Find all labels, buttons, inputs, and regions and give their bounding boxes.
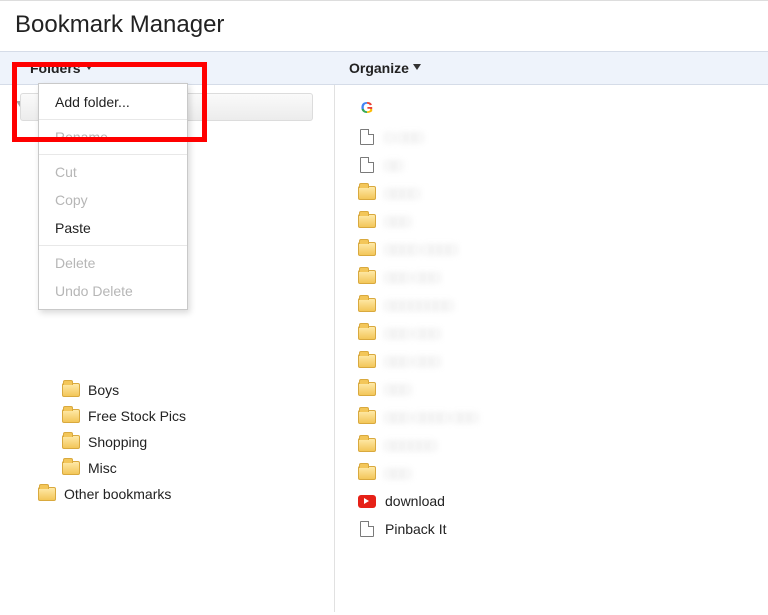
bookmark-label: □□□□□□□□	[385, 297, 453, 313]
folders-menu-button[interactable]: Folders	[0, 52, 335, 84]
folders-menu-label: Folders	[30, 60, 81, 76]
bookmark-label: □□□ □□□□ □□□	[385, 409, 477, 425]
menu-bar: Folders Organize	[0, 51, 768, 85]
page-title: Bookmark Manager	[15, 11, 753, 39]
menu-item-add-folder[interactable]: Add folder...	[39, 88, 187, 116]
google-icon: G	[359, 100, 375, 118]
bookmark-label: □□□□ □□□□	[385, 241, 457, 257]
folder-icon	[358, 410, 376, 424]
file-icon	[360, 129, 374, 145]
tree-item-label: Misc	[88, 460, 117, 476]
chevron-down-icon	[85, 64, 93, 70]
folder-icon	[358, 382, 376, 396]
organize-menu-label: Organize	[349, 60, 409, 76]
youtube-icon	[358, 495, 376, 508]
menu-separator	[39, 245, 187, 246]
folder-icon	[358, 438, 376, 452]
tree-item-label: Boys	[88, 382, 119, 398]
tree-item-label: Other bookmarks	[64, 486, 171, 502]
bookmark-label: □□□ □□□	[385, 325, 440, 341]
folder-icon	[358, 326, 376, 340]
folder-icon	[358, 242, 376, 256]
folder-icon	[62, 461, 80, 475]
folder-icon	[358, 354, 376, 368]
bookmark-label: □□□	[385, 465, 410, 481]
bookmark-row[interactable]: □□□ □□□□ □□□	[357, 403, 768, 431]
bookmark-label: □□□ □□□	[385, 353, 440, 369]
chevron-down-icon	[413, 64, 421, 70]
folder-icon	[62, 383, 80, 397]
tree-item-other-bookmarks[interactable]: Other bookmarks	[0, 481, 334, 507]
bookmark-row-pinback[interactable]: Pinback It	[357, 515, 768, 543]
title-bar: Bookmark Manager	[0, 0, 768, 51]
folders-dropdown-menu: Add folder... Rename... Cut Copy Paste D…	[38, 83, 188, 310]
folder-icon	[358, 214, 376, 228]
bookmark-row[interactable]: □□□	[357, 459, 768, 487]
bookmark-row[interactable]: G	[357, 95, 768, 123]
menu-separator	[39, 119, 187, 120]
bookmark-row[interactable]: □□	[357, 151, 768, 179]
folder-icon	[358, 270, 376, 284]
content-area: Add folder... Rename... Cut Copy Paste D…	[0, 85, 768, 612]
bookmark-label: □□□□□□	[385, 437, 436, 453]
bookmark-row[interactable]: □□□□□□	[357, 431, 768, 459]
bookmark-row[interactable]: □□□□□□□□	[357, 291, 768, 319]
tree-item-label: Shopping	[88, 434, 147, 450]
bookmark-label: □□□ □□□	[385, 269, 440, 285]
tree-item-shopping[interactable]: Shopping	[0, 429, 334, 455]
bookmark-label: □□□□	[385, 185, 419, 201]
folder-icon	[358, 186, 376, 200]
folder-icon	[358, 298, 376, 312]
bookmark-row-download[interactable]: download	[357, 487, 768, 515]
folders-pane: Add folder... Rename... Cut Copy Paste D…	[0, 85, 335, 612]
tree-item-free-stock-pics[interactable]: Free Stock Pics	[0, 403, 334, 429]
folder-icon	[358, 466, 376, 480]
organize-menu-button[interactable]: Organize	[335, 52, 435, 84]
bookmark-label: □□	[385, 157, 402, 173]
bookmark-label: □□□	[385, 381, 410, 397]
menu-item-copy: Copy	[39, 186, 187, 214]
bookmarks-pane: G □ □□□ □□ □□□□ □□□ □□□□ □□□□ □□□ □□□	[335, 85, 768, 612]
bookmark-label: download	[385, 493, 445, 509]
menu-item-undo-delete: Undo Delete	[39, 277, 187, 305]
folder-tree: Boys Free Stock Pics Shopping Misc Other…	[0, 377, 334, 507]
tree-item-boys[interactable]: Boys	[0, 377, 334, 403]
bookmark-row[interactable]: □□□□ □□□□	[357, 235, 768, 263]
bookmark-row[interactable]: □□□	[357, 207, 768, 235]
tree-item-misc[interactable]: Misc	[0, 455, 334, 481]
file-icon	[360, 521, 374, 537]
bookmark-label: Pinback It	[385, 521, 446, 537]
bookmark-row[interactable]: □□□ □□□	[357, 263, 768, 291]
bookmark-row[interactable]: □□□ □□□	[357, 319, 768, 347]
menu-item-rename: Rename...	[39, 123, 187, 151]
bookmark-row[interactable]: □□□ □□□	[357, 347, 768, 375]
folder-icon	[62, 435, 80, 449]
tree-item-label: Free Stock Pics	[88, 408, 186, 424]
menu-item-delete: Delete	[39, 249, 187, 277]
menu-item-cut: Cut	[39, 158, 187, 186]
bookmark-label: □□□	[385, 213, 410, 229]
folder-icon	[38, 487, 56, 501]
bookmark-row[interactable]: □□□□	[357, 179, 768, 207]
bookmark-row[interactable]: □ □□□	[357, 123, 768, 151]
folder-icon	[62, 409, 80, 423]
bookmark-row[interactable]: □□□	[357, 375, 768, 403]
file-icon	[360, 157, 374, 173]
menu-separator	[39, 154, 187, 155]
menu-item-paste[interactable]: Paste	[39, 214, 187, 242]
bookmark-label: □ □□□	[385, 129, 423, 145]
